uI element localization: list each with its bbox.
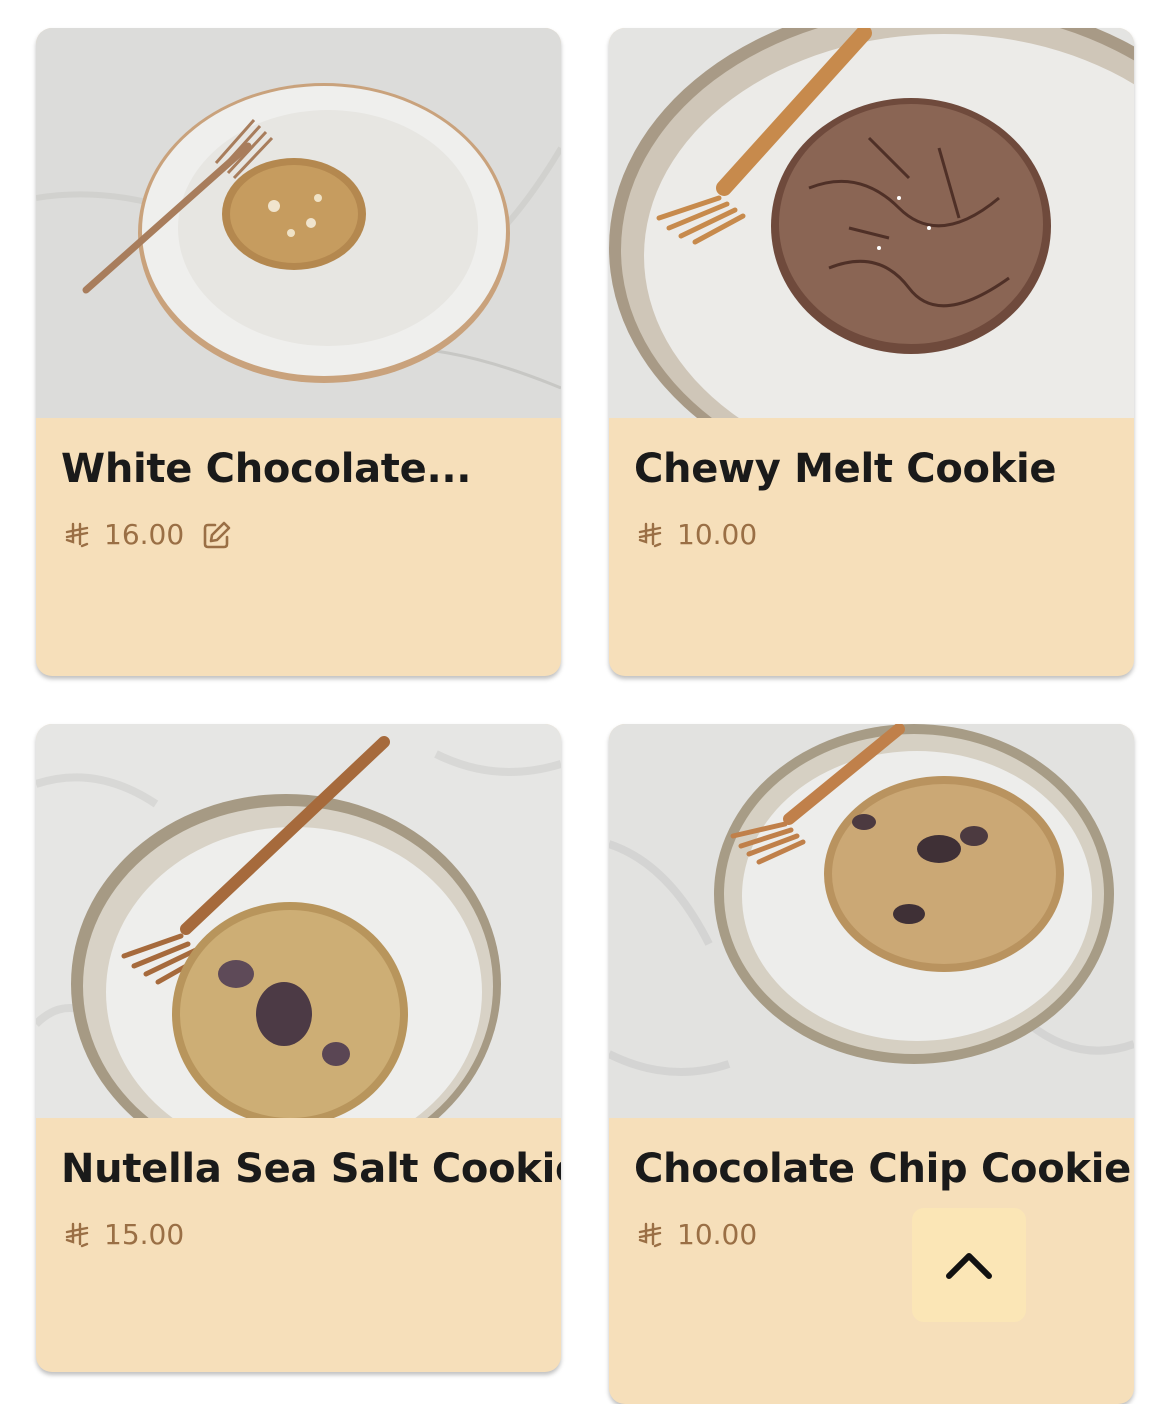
- product-price-row: 15.00: [64, 1218, 184, 1251]
- edit-icon[interactable]: [202, 520, 232, 550]
- product-grid: White Chocolate... 16.00 Chewy Melt Cook…: [0, 0, 1170, 1404]
- product-price-row: 10.00: [637, 518, 757, 551]
- product-price-row: 10.00: [637, 1218, 757, 1251]
- scroll-to-top-button[interactable]: [912, 1208, 1026, 1322]
- riyal-icon: [65, 1222, 89, 1247]
- riyal-icon: [638, 522, 662, 547]
- product-image: [609, 28, 1134, 418]
- product-image: [36, 724, 561, 1118]
- product-price-row: 16.00: [64, 518, 232, 551]
- product-price: 10.00: [677, 518, 758, 551]
- riyal-icon: [65, 522, 89, 547]
- product-price: 15.00: [104, 1218, 185, 1251]
- product-name: Nutella Sea Salt Cookie: [61, 1146, 561, 1192]
- product-card-chewy-melt[interactable]: Chewy Melt Cookie 10.00: [609, 28, 1134, 676]
- product-name: White Chocolate...: [61, 446, 472, 492]
- product-card-chocolate-chip[interactable]: Chocolate Chip Cookie 10.00: [609, 724, 1134, 1404]
- chevron-up-icon: [946, 1253, 992, 1279]
- product-price: 10.00: [677, 1218, 758, 1251]
- product-image: [609, 724, 1134, 1118]
- product-name: Chewy Melt Cookie: [634, 446, 1057, 492]
- product-name: Chocolate Chip Cookie: [634, 1146, 1131, 1192]
- product-card-white-chocolate[interactable]: White Chocolate... 16.00: [36, 28, 561, 676]
- riyal-icon: [638, 1222, 662, 1247]
- product-price: 16.00: [104, 518, 185, 551]
- product-image: [36, 28, 561, 418]
- product-card-nutella-sea-salt[interactable]: Nutella Sea Salt Cookie 15.00: [36, 724, 561, 1372]
